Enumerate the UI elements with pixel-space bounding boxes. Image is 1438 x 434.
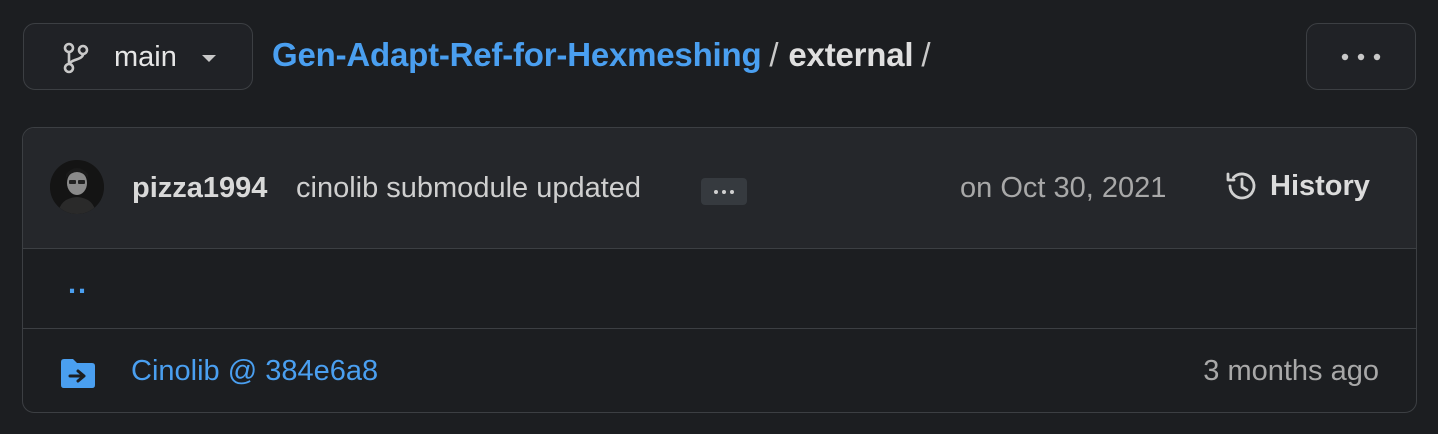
submodule-folder-icon (61, 359, 95, 388)
breadcrumb-repo-link[interactable]: Gen-Adapt-Ref-for-Hexmeshing (272, 36, 762, 73)
breadcrumb-separator: / (769, 36, 779, 73)
list-item[interactable]: Cinolib @ 384e6a8 3 months ago (23, 329, 1416, 412)
file-listing-panel: pizza1994 cinolib submodule updated on O… (22, 127, 1417, 413)
commit-message-link[interactable]: cinolib submodule updated (296, 172, 641, 205)
history-label: History (1270, 169, 1370, 202)
file-last-modified: 3 months ago (1203, 355, 1379, 387)
commit-author-link[interactable]: pizza1994 (132, 172, 267, 205)
branch-selector-button[interactable]: main (23, 23, 253, 90)
git-branch-icon (63, 42, 89, 74)
commit-expand-button[interactable] (701, 178, 747, 205)
user-avatar-icon (50, 160, 104, 214)
kebab-horizontal-icon (1341, 53, 1381, 61)
parent-directory-row[interactable]: .. (23, 248, 1416, 329)
breadcrumb-separator: / (921, 36, 931, 73)
chevron-down-icon (202, 55, 216, 62)
breadcrumb-current-dir: external (788, 36, 914, 73)
branch-name: main (114, 41, 177, 73)
breadcrumb: Gen-Adapt-Ref-for-Hexmeshing / external / (272, 36, 940, 74)
commit-date: on Oct 30, 2021 (960, 172, 1167, 204)
avatar[interactable] (50, 160, 104, 214)
parent-directory-link[interactable]: .. (68, 268, 88, 301)
history-link[interactable]: History (1224, 168, 1370, 204)
submodule-link[interactable]: Cinolib @ 384e6a8 (131, 355, 378, 388)
latest-commit-row: pizza1994 cinolib submodule updated on O… (23, 128, 1416, 249)
ellipsis-icon (714, 190, 734, 194)
more-options-button[interactable] (1306, 23, 1416, 90)
history-icon (1226, 172, 1256, 200)
